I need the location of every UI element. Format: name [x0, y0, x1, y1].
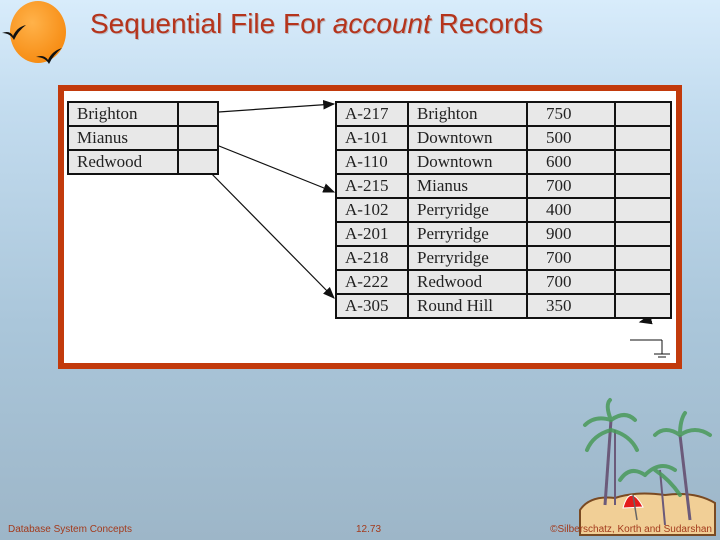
footer-copyright: ©Silberschatz, Korth and Sudarshan [550, 524, 712, 535]
title-italic: account [332, 8, 431, 39]
footer-page-number: 12.73 [356, 524, 382, 535]
balance: 700 [526, 245, 616, 271]
title-suffix: Records [430, 8, 543, 39]
record-row: A-218 Perryridge 700 [335, 245, 672, 271]
record-row: A-101 Downtown 500 [335, 125, 672, 151]
slide-title: Sequential File For account Records [90, 8, 543, 40]
next-pointer-cell [614, 221, 672, 247]
index-pointer-cell [177, 125, 219, 151]
record-row: A-215 Mianus 700 [335, 173, 672, 199]
account-number: A-218 [335, 245, 409, 271]
branch-name: Brighton [407, 101, 528, 127]
record-row: A-102 Perryridge 400 [335, 197, 672, 223]
branch-name: Perryridge [407, 245, 528, 271]
balance: 700 [526, 173, 616, 199]
branch-name: Perryridge [407, 197, 528, 223]
balance: 500 [526, 125, 616, 151]
account-number: A-102 [335, 197, 409, 223]
index-arrow-brighton [203, 99, 336, 114]
index-arrow-redwood [203, 165, 335, 299]
branch-name: Downtown [407, 125, 528, 151]
balance: 600 [526, 149, 616, 175]
branch-name: Downtown [407, 149, 528, 175]
index-row: Redwood [67, 149, 219, 175]
index-key: Brighton [67, 101, 179, 127]
figure-frame: Brighton Mianus Redwood A-217 Brighton 750… [58, 85, 682, 369]
index-pointer-cell [177, 101, 219, 127]
figure-canvas: Brighton Mianus Redwood A-217 Brighton 750… [64, 91, 676, 363]
account-number: A-217 [335, 101, 409, 127]
palm-island-icon [579, 398, 716, 536]
balance: 700 [526, 269, 616, 295]
account-number: A-201 [335, 221, 409, 247]
branch-name: Redwood [407, 269, 528, 295]
account-file-table: A-217 Brighton 750 A-101 Downtown 500 A-110 D… [335, 101, 672, 319]
index-pointer-cell [177, 149, 219, 175]
next-pointer-cell [614, 293, 672, 319]
next-pointer-cell [614, 245, 672, 271]
next-pointer-cell [614, 125, 672, 151]
next-pointer-cell [614, 101, 672, 127]
account-number: A-305 [335, 293, 409, 319]
title-prefix: Sequential File For [90, 8, 333, 39]
index-arrow-mianus [203, 139, 336, 193]
account-number: A-101 [335, 125, 409, 151]
index-row: Brighton [67, 101, 219, 127]
index-table: Brighton Mianus Redwood [67, 101, 219, 175]
sun-birds-logo-icon [2, 1, 66, 64]
record-row: A-305 Round Hill 350 [335, 293, 672, 319]
next-pointer-cell [614, 269, 672, 295]
balance: 900 [526, 221, 616, 247]
account-number: A-215 [335, 173, 409, 199]
balance: 350 [526, 293, 616, 319]
index-row: Mianus [67, 125, 219, 151]
index-key: Mianus [67, 125, 179, 151]
balance: 400 [526, 197, 616, 223]
branch-name: Perryridge [407, 221, 528, 247]
next-pointer-cell [614, 149, 672, 175]
record-row: A-110 Downtown 600 [335, 149, 672, 175]
account-number: A-110 [335, 149, 409, 175]
index-key: Redwood [67, 149, 179, 175]
next-pointer-cell [614, 173, 672, 199]
footer-course-title: Database System Concepts [8, 524, 132, 535]
record-row: A-217 Brighton 750 [335, 101, 672, 127]
record-row: A-201 Perryridge 900 [335, 221, 672, 247]
branch-name: Round Hill [407, 293, 528, 319]
next-pointer-cell [614, 197, 672, 223]
record-row: A-222 Redwood 700 [335, 269, 672, 295]
branch-name: Mianus [407, 173, 528, 199]
balance: 750 [526, 101, 616, 127]
null-pointer-ground-icon [630, 339, 670, 358]
account-number: A-222 [335, 269, 409, 295]
